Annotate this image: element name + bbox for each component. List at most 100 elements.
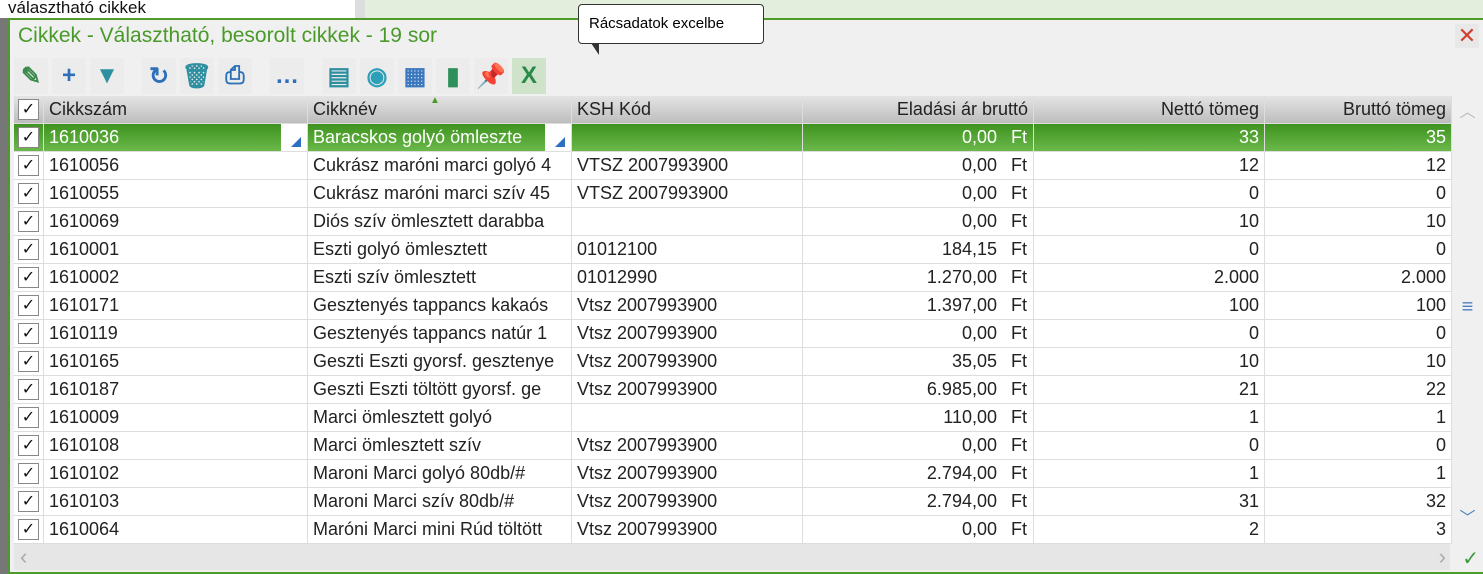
cell-gross-weight[interactable]: 1	[1265, 460, 1452, 487]
cell-price[interactable]: 0,00 Ft	[803, 320, 1034, 347]
cell-gross-weight[interactable]: 35	[1265, 124, 1452, 151]
table-button[interactable]: ▦	[398, 58, 432, 94]
cell-net-weight[interactable]: 10	[1034, 208, 1265, 235]
select-button[interactable]: ▤	[322, 58, 356, 94]
cell-gross-weight[interactable]: 2.000	[1265, 264, 1452, 291]
cell-ksh-code[interactable]: VTSZ 2007993900	[572, 180, 803, 207]
table-row[interactable]: ✓ 1610102 Maroni Marci golyó 80db/# Vtsz 20…	[14, 460, 1481, 488]
cell-item-name[interactable]: Eszti szív ömlesztett	[308, 264, 572, 291]
column-header-cikknev[interactable]: Cikknév ▲	[308, 96, 572, 123]
cell-gross-weight[interactable]: 100	[1265, 292, 1452, 319]
cell-net-weight[interactable]: 2.000	[1034, 264, 1265, 291]
cell-item-name[interactable]: Geszti Eszti töltött gyorsf. ge	[308, 376, 572, 403]
cell-net-weight[interactable]: 1	[1034, 460, 1265, 487]
cell-item-number[interactable]: 1610103	[44, 488, 308, 515]
table-row[interactable]: ✓ 1610002 Eszti szív ömlesztett 01012990 1.2…	[14, 264, 1481, 292]
cell-net-weight[interactable]: 1	[1034, 404, 1265, 431]
cell-ksh-code[interactable]: 01012100	[572, 236, 803, 263]
cell-gross-weight[interactable]: 0	[1265, 236, 1452, 263]
cell-ksh-code[interactable]: VTSZ 2007993900	[572, 152, 803, 179]
cell-item-number[interactable]: 1610002	[44, 264, 308, 291]
cell-net-weight[interactable]: 0	[1034, 180, 1265, 207]
cell-net-weight[interactable]: 31	[1034, 488, 1265, 515]
cell-net-weight[interactable]: 0	[1034, 236, 1265, 263]
cell-item-number[interactable]: 1610187	[44, 376, 308, 403]
row-checkbox[interactable]: ✓	[18, 463, 39, 484]
cell-price[interactable]: 35,05 Ft	[803, 348, 1034, 375]
row-checkbox[interactable]: ✓	[18, 267, 39, 288]
row-checkbox[interactable]: ✓	[18, 519, 39, 540]
horizontal-scrollbar[interactable]: ‹ ›	[14, 544, 1450, 570]
cell-item-name[interactable]: Diós szív ömlesztett darabba	[308, 208, 572, 235]
cell-price[interactable]: 1.397,00 Ft	[803, 292, 1034, 319]
cell-net-weight[interactable]: 12	[1034, 152, 1265, 179]
cell-price[interactable]: 184,15 Ft	[803, 236, 1034, 263]
pin-button[interactable]: 📌	[474, 58, 508, 94]
cell-item-name[interactable]: Marci ömlesztett golyó	[308, 404, 572, 431]
cell-net-weight[interactable]: 10	[1034, 348, 1265, 375]
cell-item-number[interactable]: 1610009	[44, 404, 308, 431]
cell-net-weight[interactable]: 0	[1034, 432, 1265, 459]
cell-ksh-code[interactable]	[572, 124, 803, 151]
delete-button[interactable]: 🗑	[180, 58, 214, 94]
cell-ksh-code[interactable]: Vtsz 2007993900	[572, 432, 803, 459]
table-row[interactable]: ✓ 1610064 Maróni Marci mini Rúd töltött Vts…	[14, 516, 1481, 544]
table-row[interactable]: ✓ 1610119 Gesztenyés tappancs natúr 1 Vtsz …	[14, 320, 1481, 348]
cell-price[interactable]: 2.794,00 Ft	[803, 488, 1034, 515]
close-button[interactable]: ✕	[1455, 24, 1479, 48]
menu-icon[interactable]: ≡	[1452, 296, 1483, 319]
cell-price[interactable]: 110,00 Ft	[803, 404, 1034, 431]
cell-gross-weight[interactable]: 3	[1265, 516, 1452, 543]
cell-price[interactable]: 2.794,00 Ft	[803, 460, 1034, 487]
cell-item-name[interactable]: Maróni Marci mini Rúd töltött	[308, 516, 572, 543]
cell-price[interactable]: 0,00 Ft	[803, 516, 1034, 543]
column-header-net-weight[interactable]: Nettó tömeg	[1034, 96, 1265, 123]
scroll-right-icon[interactable]: ›	[1439, 544, 1446, 570]
cell-ksh-code[interactable]: Vtsz 2007993900	[572, 376, 803, 403]
cell-price[interactable]: 0,00 Ft	[803, 152, 1034, 179]
cell-price[interactable]: 0,00 Ft	[803, 208, 1034, 235]
cell-item-name[interactable]: Gesztenyés tappancs natúr 1	[308, 320, 572, 347]
cell-ksh-code[interactable]: Vtsz 2007993900	[572, 488, 803, 515]
cell-ksh-code[interactable]: Vtsz 2007993900	[572, 348, 803, 375]
table-row[interactable]: ✓ 1610171 Gesztenyés tappancs kakaós Vtsz 2…	[14, 292, 1481, 320]
column-header-price[interactable]: Eladási ár bruttó	[803, 96, 1034, 123]
row-checkbox[interactable]: ✓	[18, 155, 39, 176]
cell-net-weight[interactable]: 21	[1034, 376, 1265, 403]
cell-item-number[interactable]: 1610056	[44, 152, 308, 179]
row-checkbox[interactable]: ✓	[18, 435, 39, 456]
filter-button[interactable]: ▼	[90, 58, 124, 94]
cell-item-name[interactable]: Cukrász maróni marci szív 45	[308, 180, 572, 207]
view-button[interactable]: ◉	[360, 58, 394, 94]
edit-button[interactable]: ✎	[14, 58, 48, 94]
cell-gross-weight[interactable]: 10	[1265, 348, 1452, 375]
cell-ksh-code[interactable]: 01012990	[572, 264, 803, 291]
cell-item-name[interactable]: Maroni Marci golyó 80db/#	[308, 460, 572, 487]
cell-item-number[interactable]: 1610171	[44, 292, 308, 319]
confirm-icon[interactable]: ✓	[1462, 546, 1479, 571]
row-checkbox[interactable]: ✓	[18, 127, 39, 148]
table-row[interactable]: ✓ 1610103 Maroni Marci szív 80db/# Vtsz 200…	[14, 488, 1481, 516]
cell-ksh-code[interactable]	[572, 404, 803, 431]
cell-ksh-code[interactable]: Vtsz 2007993900	[572, 320, 803, 347]
scroll-down-icon[interactable]: ﹀	[1452, 504, 1483, 528]
print-button[interactable]: ⎙	[218, 58, 252, 94]
cell-gross-weight[interactable]: 0	[1265, 432, 1452, 459]
excel-button[interactable]: X	[512, 58, 546, 94]
cell-dropdown[interactable]	[281, 124, 307, 151]
table-row[interactable]: ✓ 1610069 Diós szív ömlesztett darabba 0,00…	[14, 208, 1481, 236]
cell-item-name[interactable]: Eszti golyó ömlesztett	[308, 236, 572, 263]
cell-price[interactable]: 1.270,00 Ft	[803, 264, 1034, 291]
table-row[interactable]: ✓ 1610009 Marci ömlesztett golyó 110,00 Ft 1 1	[14, 404, 1481, 432]
cell-net-weight[interactable]: 33	[1034, 124, 1265, 151]
cell-gross-weight[interactable]: 10	[1265, 208, 1452, 235]
cell-dropdown[interactable]	[545, 124, 571, 151]
cell-net-weight[interactable]: 2	[1034, 516, 1265, 543]
cell-item-number[interactable]: 1610165	[44, 348, 308, 375]
cell-item-name[interactable]: Geszti Eszti gyorsf. gesztenye	[308, 348, 572, 375]
cell-item-name[interactable]: Maroni Marci szív 80db/#	[308, 488, 572, 515]
row-checkbox[interactable]: ✓	[18, 379, 39, 400]
table-row[interactable]: ✓ 1610055 Cukrász maróni marci szív 45 VTSZ…	[14, 180, 1481, 208]
cell-item-number[interactable]: 1610102	[44, 460, 308, 487]
cell-ksh-code[interactable]	[572, 208, 803, 235]
